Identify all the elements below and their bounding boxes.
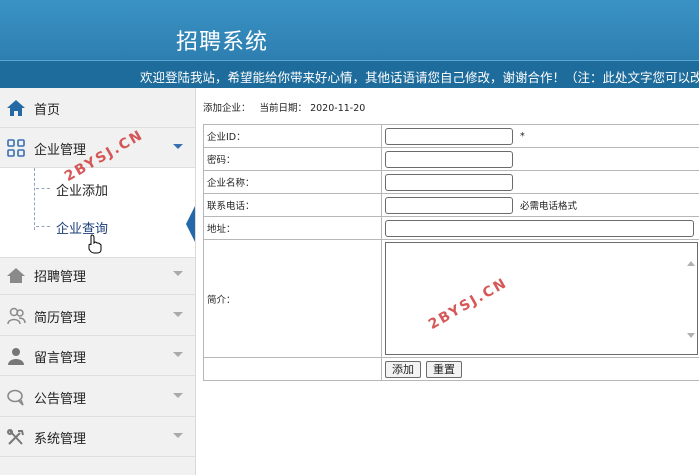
field-label: 企业名称：	[203, 170, 382, 194]
reset-button[interactable]: 重置	[426, 360, 463, 378]
active-item-indicator	[186, 206, 195, 242]
main-content: 添加企业： 当前日期： 2020-11-20 企业ID： * 密码： 企业名称：…	[197, 88, 699, 475]
phone-input[interactable]	[385, 196, 513, 214]
sidebar-item-resume[interactable]: 简历管理	[0, 296, 195, 336]
chevron-down-icon	[173, 271, 183, 276]
company-id-input[interactable]	[385, 127, 513, 145]
marquee-bar: 欢迎登陆我站，希望能给你带来好心情，其他话语请您自己修改，谢谢合作！（注：此处文…	[0, 60, 699, 88]
form-row: 添加 重置	[203, 357, 699, 381]
chevron-down-icon	[173, 352, 183, 357]
field-cell	[381, 170, 699, 194]
sidebar-item-label: 企业管理	[34, 143, 87, 158]
phone-format-hint: 必需电话格式	[520, 201, 578, 212]
field-label: 简介：	[203, 239, 382, 358]
empty-cell	[203, 357, 382, 381]
field-cell	[381, 239, 699, 358]
form-row: 企业名称：	[203, 170, 699, 194]
address-input[interactable]	[385, 219, 694, 237]
sidebar-item-label: 首页	[34, 103, 61, 118]
field-label: 密码：	[203, 147, 382, 171]
sidebar-item-label: 简历管理	[34, 311, 87, 326]
chat-icon	[6, 387, 26, 407]
current-date: 2020-11-20	[310, 103, 366, 114]
grid-icon	[6, 138, 26, 158]
tree-line	[36, 226, 50, 227]
scroll-up-icon[interactable]	[687, 261, 695, 266]
tools-icon	[6, 427, 26, 447]
chevron-down-icon	[173, 144, 183, 149]
sidebar-item-label: 公告管理	[34, 392, 87, 407]
company-name-input[interactable]	[385, 173, 513, 191]
password-input[interactable]	[385, 150, 513, 168]
chevron-down-icon	[173, 393, 183, 398]
sidebar-item-label: 招聘管理	[34, 270, 87, 285]
field-cell: *	[381, 124, 699, 148]
hand-cursor-icon	[88, 234, 102, 254]
sidebar-item-system[interactable]: 系统管理	[0, 417, 195, 457]
sidebar-item-announcements[interactable]: 公告管理	[0, 377, 195, 417]
sidebar-item-label: 留言管理	[34, 351, 87, 366]
breadcrumb: 添加企业： 当前日期： 2020-11-20	[203, 100, 365, 114]
actions-cell: 添加 重置	[381, 357, 699, 381]
intro-textarea[interactable]	[385, 242, 698, 355]
field-label: 地址：	[203, 216, 382, 240]
date-label: 当前日期：	[259, 103, 308, 114]
scroll-down-icon[interactable]	[687, 333, 695, 338]
sidebar: 首页 企业管理 企业添加 企业查询 招聘管理 简历管理 留言管理 公告管理 系统…	[0, 88, 196, 475]
tree-line	[36, 188, 50, 189]
sidebar-item-home[interactable]: 首页	[0, 88, 195, 128]
app-title: 招聘系统	[176, 30, 269, 55]
form-row: 地址：	[203, 216, 699, 240]
sidebar-item-recruitment[interactable]: 招聘管理	[0, 255, 195, 295]
form-row: 密码：	[203, 147, 699, 171]
user-icon	[6, 346, 26, 366]
field-cell	[381, 216, 699, 240]
submenu-item-add-company[interactable]: 企业添加	[56, 180, 108, 199]
field-label: 企业ID：	[203, 124, 382, 148]
add-button[interactable]: 添加	[385, 360, 421, 378]
form-row: 企业ID： *	[203, 124, 699, 148]
users-icon	[6, 306, 26, 326]
chevron-down-icon	[173, 312, 183, 317]
sidebar-item-label: 系统管理	[34, 432, 87, 447]
house-icon	[6, 265, 26, 285]
chevron-down-icon	[173, 433, 183, 438]
header: 招聘系统 欢迎登陆我站，希望能给你带来好心情，其他话语请您自己修改，谢谢合作！（…	[0, 0, 699, 88]
form-row: 简介：	[203, 239, 699, 358]
field-label: 联系电话：	[203, 193, 382, 217]
breadcrumb-title: 添加企业：	[203, 103, 251, 114]
form-row: 联系电话： 必需电话格式	[203, 193, 699, 217]
required-mark: *	[520, 130, 525, 142]
add-company-form: 企业ID： * 密码： 企业名称： 联系电话： 必需电话格式 地址： 简介： 添…	[203, 124, 699, 381]
home-icon	[6, 98, 26, 118]
field-cell	[381, 147, 699, 171]
header-banner: 招聘系统	[0, 0, 699, 60]
sidebar-item-messages[interactable]: 留言管理	[0, 336, 195, 376]
tree-line	[34, 168, 35, 230]
marquee-text: 欢迎登陆我站，希望能给你带来好心情，其他话语请您自己修改，谢谢合作！（注：此处文…	[140, 70, 699, 85]
field-cell: 必需电话格式	[381, 193, 699, 217]
